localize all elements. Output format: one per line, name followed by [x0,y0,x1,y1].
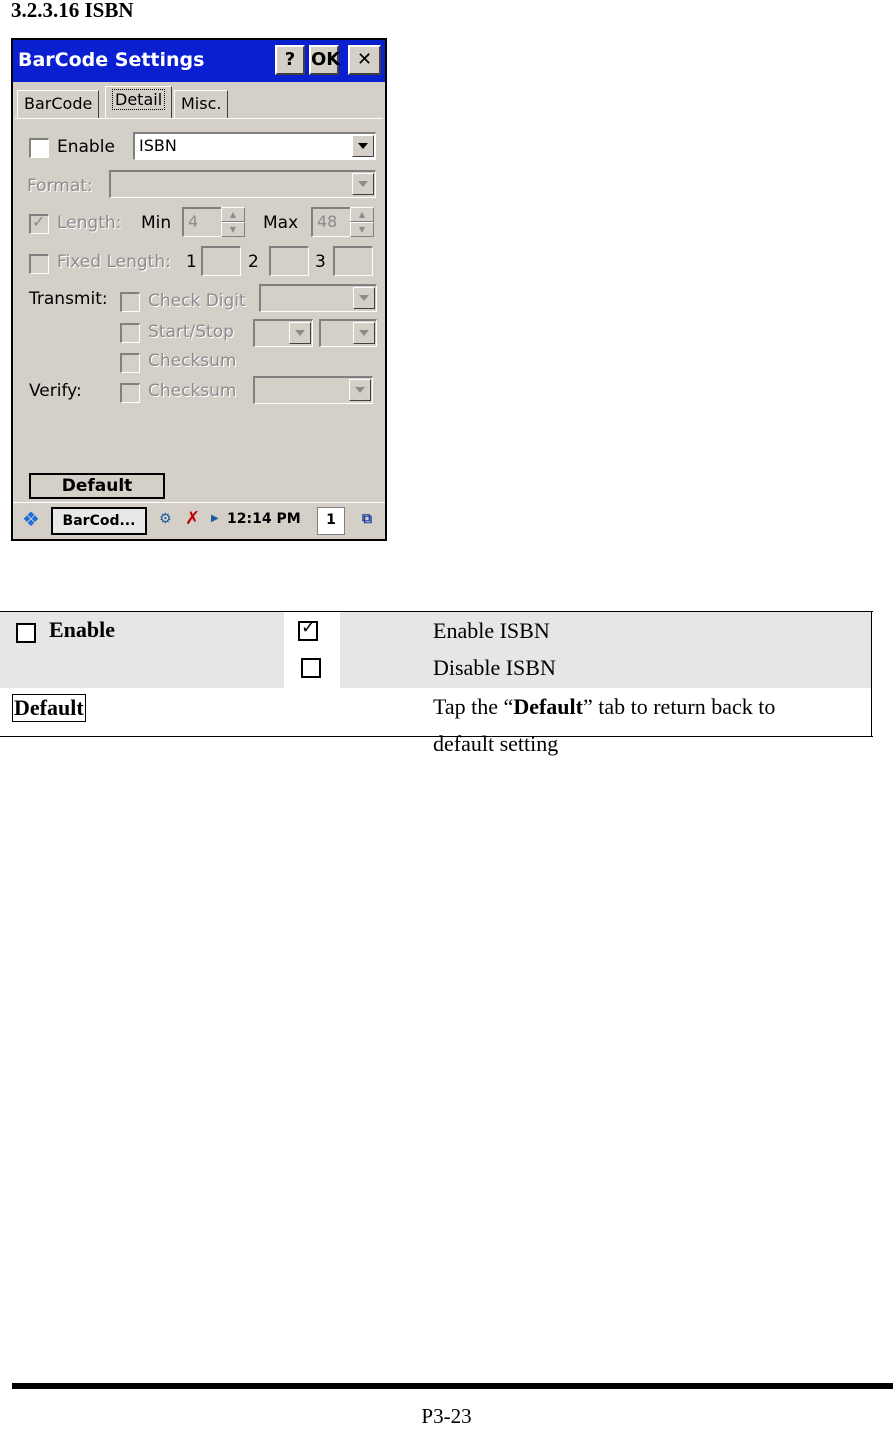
close-button[interactable]: ✕ [348,45,381,75]
start-icon[interactable]: ❖ [15,507,47,535]
max-spinner[interactable]: ▲ ▼ [350,207,374,237]
taskbar-task-button[interactable]: BarCod... [51,507,147,535]
table-border [871,612,872,736]
spin-down-icon[interactable]: ▼ [221,222,245,237]
enable-label: Enable [57,137,115,157]
clock[interactable]: 12:14 PM [227,507,317,535]
chevron-down-icon[interactable] [352,135,374,157]
title-bar: BarCode Settings ? OK ✕ [13,40,385,82]
window-title: BarCode Settings [18,49,205,71]
verify-checksum-checkbox[interactable] [120,383,140,403]
enable-checkbox[interactable] [29,138,49,158]
format-select[interactable] [109,170,376,198]
section-heading: 3.2.3.16 ISBN [11,0,134,22]
check-digit-checkbox[interactable] [120,292,140,312]
length-label: Length: [57,213,122,233]
check-digit-label: Check Digit [148,291,246,311]
fixed-length-3-label: 3 [315,252,326,272]
transmit-label: Transmit: [29,289,108,309]
description-table: Enable ✓ Enable ISBN Disable ISBN Defaul… [0,611,873,756]
disconnected-icon[interactable]: ✗ [185,507,211,535]
default-button[interactable]: Default [29,473,165,499]
disable-description: Disable ISBN [433,655,556,680]
enable-description: Enable ISBN [433,618,550,643]
spin-up-icon[interactable]: ▲ [350,207,374,222]
min-spinner[interactable]: ▲ ▼ [221,207,245,237]
min-length-field[interactable]: 4 [182,207,222,237]
taskbar: ❖ BarCod... ⚙ ✗ ▶ 12:14 PM 1 ⧉ [13,502,385,539]
enable-setting-label: Enable [49,617,116,642]
max-label: Max [263,213,299,233]
network-icon[interactable]: ⚙ [159,507,181,535]
fixed-length-1-field[interactable] [201,246,241,276]
chevron-down-icon[interactable] [289,322,311,344]
chevron-down-icon[interactable] [353,287,375,309]
min-label: Min [141,213,172,233]
default-desc-bold: Default [513,694,583,719]
default-description: Tap the “Default” tab to return back to [433,694,775,720]
max-length-field[interactable]: 48 [311,207,351,237]
fixed-length-checkbox[interactable] [29,254,49,274]
fixed-length-2-label: 2 [248,252,259,272]
page-number: P3-23 [421,1404,472,1428]
tab-detail[interactable]: Detail [105,86,173,119]
default-desc-text: Tap the “ [433,694,514,719]
fixed-length-2-field[interactable] [269,246,309,276]
format-label: Format: [27,176,93,196]
verify-label: Verify: [29,381,82,401]
footer-rule [12,1383,893,1389]
transmit-checksum-checkbox[interactable] [120,353,140,373]
verify-checksum-select[interactable] [253,376,373,404]
unchecked-box-icon [301,658,321,678]
default-desc-text: ” tab to return back to [582,694,776,719]
symbology-select[interactable]: ISBN [133,132,376,160]
enable-checkbox-symbol [16,623,36,643]
stop-select[interactable] [319,319,377,347]
fixed-length-label: Fixed Length: [57,252,171,272]
barcode-settings-window: BarCode Settings ? OK ✕ BarCode Detail M… [13,40,385,539]
default-description-line2: default setting [433,731,559,756]
chevron-down-icon[interactable] [352,173,374,195]
arrow-right-icon: ▶ [211,513,219,524]
tab-barcode[interactable]: BarCode [17,90,100,118]
input-panel-icon[interactable]: 1 [317,507,345,535]
checkmark-icon: ✓ [32,212,46,231]
default-setting-label: Default [12,694,86,722]
chevron-down-icon[interactable] [353,322,375,344]
checked-box-icon: ✓ [298,617,318,641]
desktop-icon[interactable]: ⧉ [353,507,381,535]
start-select[interactable] [253,319,313,347]
start-stop-label: Start/Stop [148,322,234,342]
chevron-down-icon[interactable] [349,379,371,401]
spin-up-icon[interactable]: ▲ [221,207,245,222]
spin-down-icon[interactable]: ▼ [350,222,374,237]
tab-divider [15,118,383,119]
ok-button[interactable]: OK [309,45,340,75]
check-digit-select[interactable] [259,284,377,312]
help-button[interactable]: ? [275,45,305,75]
symbology-value: ISBN [139,136,177,155]
fixed-length-1-label: 1 [186,252,197,272]
verify-checksum-label: Checksum [148,381,237,401]
device-screenshot: BarCode Settings ? OK ✕ BarCode Detail M… [11,38,387,541]
tab-misc[interactable]: Misc. [174,90,229,118]
length-checkbox[interactable]: ✓ [29,212,49,234]
fixed-length-3-field[interactable] [333,246,373,276]
start-stop-checkbox[interactable] [120,323,140,343]
tab-detail-label: Detail [112,89,166,110]
transmit-checksum-label: Checksum [148,351,237,371]
